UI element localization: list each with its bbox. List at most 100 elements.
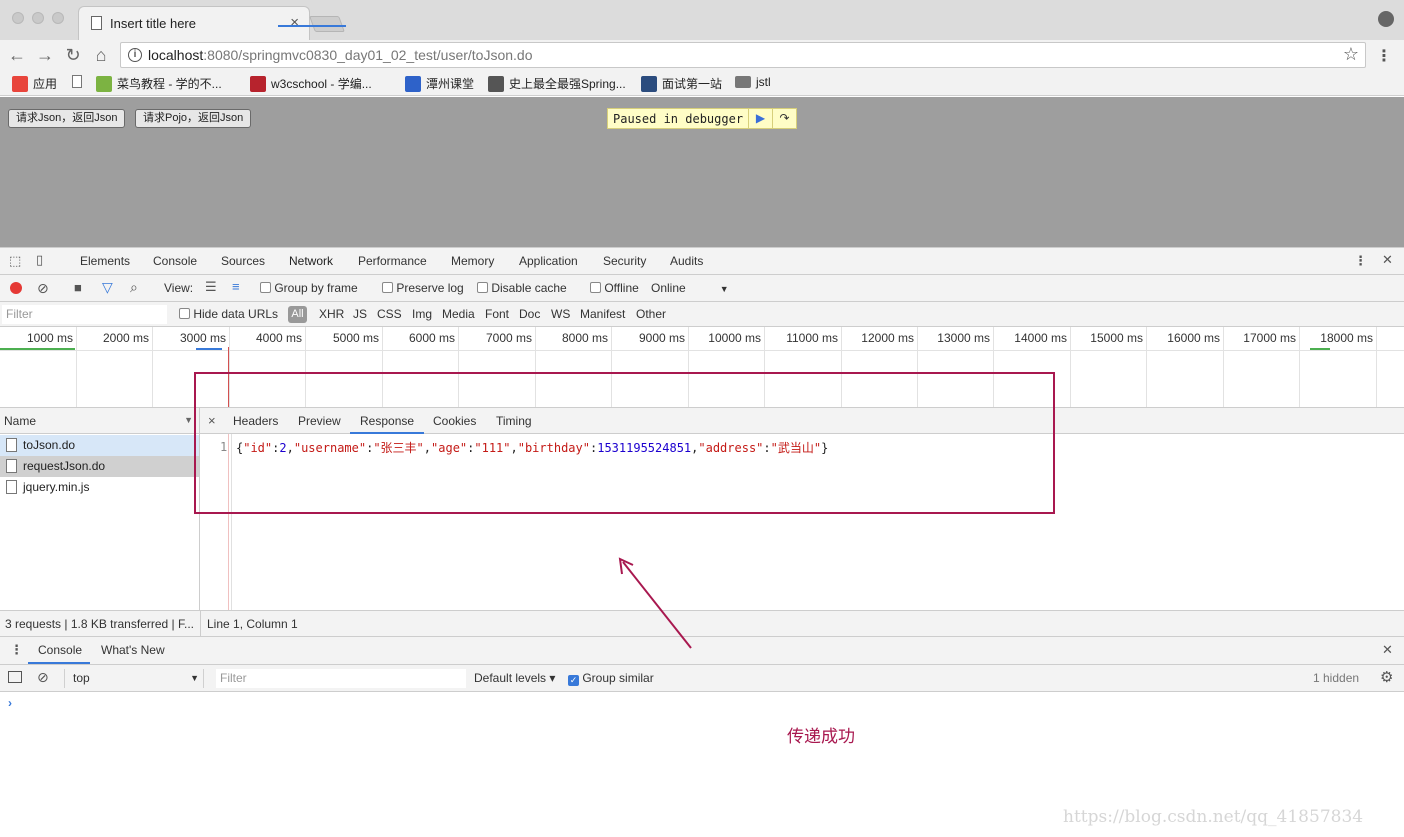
bookmark-6[interactable]: 面试第一站	[641, 75, 722, 92]
context-select[interactable]: top ▼	[64, 669, 204, 688]
tab-network[interactable]: Network	[289, 254, 333, 268]
devtools-close-icon[interactable]: ✕	[1382, 252, 1393, 268]
name-column-header[interactable]: Name ▼	[0, 408, 199, 434]
filter-type-doc[interactable]: Doc	[519, 307, 540, 321]
log-levels-select[interactable]: Default levels ▾	[474, 671, 555, 685]
filter-type-all[interactable]: All	[288, 306, 307, 323]
large-rows-icon[interactable]: ☰	[205, 279, 217, 295]
browser-menu-icon[interactable]: ⋮	[1376, 46, 1392, 66]
tab-application[interactable]: Application	[519, 254, 578, 268]
device-toolbar-icon[interactable]: ▯	[36, 252, 43, 268]
disable-cache-checkbox[interactable]: Disable cache	[477, 281, 567, 295]
tab-sources[interactable]: Sources	[221, 254, 265, 268]
drawer-tab-whats-new[interactable]: What's New	[101, 643, 165, 657]
console-settings-gear-icon[interactable]: ⚙	[1380, 668, 1393, 686]
group-similar-checkbox[interactable]: ✓ Group similar	[568, 671, 654, 686]
network-toolbar: ⊘ ■ ▽ ⌕ View: ☰ ≡ Group by frame Preserv…	[0, 275, 1404, 302]
tab-audits[interactable]: Audits	[670, 254, 703, 268]
filter-icon[interactable]: ▽	[102, 279, 113, 296]
clear-icon[interactable]: ⊘	[37, 280, 49, 297]
window-minimize-button[interactable]	[32, 12, 44, 24]
filter-type-ws[interactable]: WS	[551, 307, 570, 321]
console-clear-icon[interactable]: ⊘	[37, 669, 49, 686]
bookmark-7[interactable]: jstl	[735, 75, 771, 89]
forward-arrow-icon[interactable]: →	[34, 45, 56, 65]
search-icon[interactable]: ⌕	[130, 279, 138, 296]
console-toolbar: ⊘ top ▼ Filter Default levels ▾ ✓ Group s…	[0, 665, 1404, 692]
bookmark-3[interactable]: w3cschool - 学编...	[250, 75, 372, 92]
window-zoom-button[interactable]	[52, 12, 64, 24]
filter-type-other[interactable]: Other	[636, 307, 666, 321]
timeline-tick-label: 15000 ms	[1090, 331, 1143, 345]
drawer-close-icon[interactable]: ✕	[1382, 642, 1393, 658]
filter-type-img[interactable]: Img	[412, 307, 432, 321]
home-icon[interactable]: ⌂	[90, 45, 112, 65]
waterfall-icon[interactable]: ≡	[232, 279, 240, 294]
bookmark-2[interactable]: 菜鸟教程 - 学的不...	[96, 75, 222, 92]
inspect-element-icon[interactable]: ⬚	[9, 253, 21, 269]
bookmark-5[interactable]: 史上最全最强Spring...	[488, 75, 626, 92]
console-tab-indicator	[28, 662, 90, 664]
request-row[interactable]: toJson.do	[0, 435, 199, 456]
tab-memory[interactable]: Memory	[451, 254, 494, 268]
site-info-icon[interactable]: i	[128, 48, 142, 62]
filter-type-css[interactable]: CSS	[377, 307, 402, 321]
console-prompt[interactable]: ›	[8, 696, 12, 710]
tab-close-icon[interactable]: ×	[290, 14, 299, 31]
offline-checkbox[interactable]: Offline	[590, 281, 639, 295]
filter-type-manifest[interactable]: Manifest	[580, 307, 625, 321]
record-icon[interactable]	[10, 282, 22, 294]
bookmark-0[interactable]: 应用	[12, 75, 57, 92]
filter-type-js[interactable]: JS	[353, 307, 367, 321]
request-row[interactable]: jquery.min.js	[0, 477, 199, 498]
drawer-tab-console[interactable]: Console	[38, 643, 82, 657]
devtools-menu-icon[interactable]: ⋮	[1354, 253, 1367, 269]
bookmark-label: 面试第一站	[662, 77, 723, 91]
tab-title: Insert title here	[110, 16, 196, 31]
group-by-frame-checkbox[interactable]: Group by frame	[260, 281, 358, 295]
timeline-gridline	[1070, 327, 1071, 407]
timeline-tick-label: 1000 ms	[26, 331, 73, 345]
request-summary: 3 requests | 1.8 KB transferred | F...	[5, 617, 194, 631]
timeline-tick-label: 17000 ms	[1243, 331, 1296, 345]
browser-tab-active[interactable]: Insert title here ×	[78, 6, 310, 40]
hide-data-urls-checkbox[interactable]: Hide data URLs	[179, 307, 278, 321]
capture-screenshots-icon[interactable]: ■	[74, 280, 82, 295]
folder-icon	[735, 76, 751, 88]
filter-type-media[interactable]: Media	[442, 307, 475, 321]
bookmark-4[interactable]: 潭州课堂	[405, 75, 474, 92]
console-sidebar-icon[interactable]	[8, 671, 22, 683]
spring-icon	[488, 75, 504, 92]
filter-type-font[interactable]: Font	[485, 307, 509, 321]
preserve-log-checkbox[interactable]: Preserve log	[382, 281, 464, 295]
step-over-icon[interactable]: ↷	[772, 108, 796, 129]
back-arrow-icon[interactable]: ←	[6, 45, 28, 65]
network-filter-input[interactable]: Filter	[2, 305, 167, 324]
drawer-menu-icon[interactable]: ⋮	[10, 642, 23, 658]
console-filter-input[interactable]: Filter	[216, 669, 466, 688]
timeline-tick-label: 16000 ms	[1167, 331, 1220, 345]
filter-type-xhr[interactable]: XHR	[319, 307, 344, 321]
bookmark-1[interactable]	[72, 75, 87, 88]
new-tab-button[interactable]	[309, 16, 345, 32]
bookmark-label: w3cschool - 学编...	[271, 77, 372, 91]
timeline-tick-label: 18000 ms	[1320, 331, 1373, 345]
request-json-button[interactable]: 请求Json，返回Json	[8, 109, 126, 128]
timeline-tick-label: 10000 ms	[708, 331, 761, 345]
window-close-button[interactable]	[12, 12, 24, 24]
address-bar[interactable]: i localhost:8080/springmvc0830_day01_02_…	[120, 42, 1366, 68]
resume-icon[interactable]: ▶	[748, 108, 772, 129]
debugger-paused-text: Paused in debugger	[613, 111, 744, 126]
request-pojo-button[interactable]: 请求Pojo，返回Json	[135, 109, 252, 128]
profile-avatar-icon[interactable]	[1378, 11, 1394, 27]
timeline-gridline	[1223, 327, 1224, 407]
reload-icon[interactable]: ↻	[62, 45, 84, 65]
bookmark-label: 菜鸟教程 - 学的不...	[117, 77, 222, 91]
throttling-select[interactable]: Online ▼	[651, 281, 729, 295]
tab-security[interactable]: Security	[603, 254, 646, 268]
bookmark-star-icon[interactable]: ☆	[1343, 44, 1359, 65]
tab-console[interactable]: Console	[153, 254, 197, 268]
tab-performance[interactable]: Performance	[358, 254, 427, 268]
request-row[interactable]: requestJson.do	[0, 456, 199, 477]
tab-elements[interactable]: Elements	[80, 254, 130, 268]
